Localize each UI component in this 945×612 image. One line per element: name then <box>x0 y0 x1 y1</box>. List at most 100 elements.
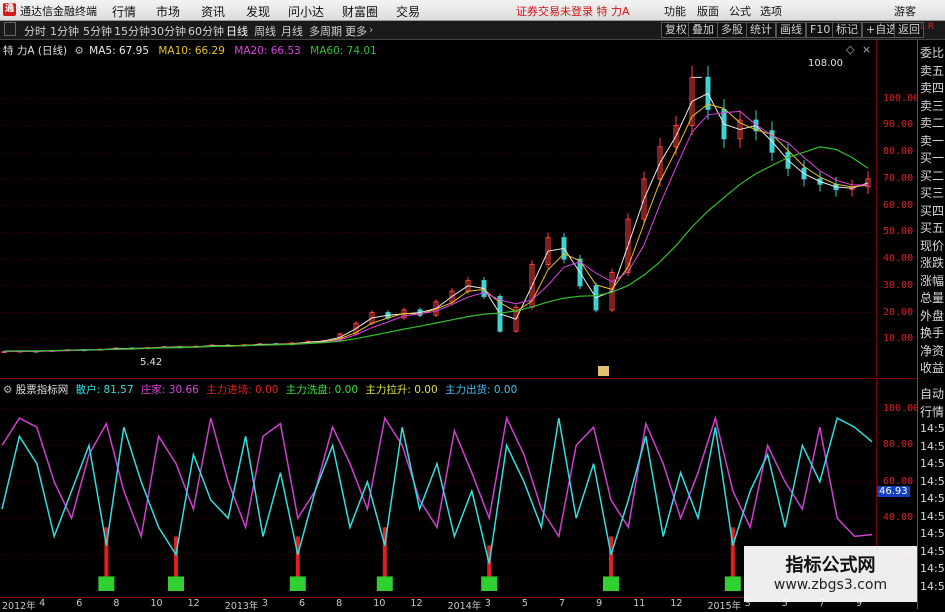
period-toolbar: 分时 1分钟 5分钟 15分钟 30分钟 60分钟 日线 周线 月线 多周期 更… <box>0 21 945 40</box>
legend-settings-icon[interactable]: ⚙ <box>74 45 83 57</box>
price-tick-label: 50.00 <box>883 226 914 238</box>
price-tick-label: 70.00 <box>883 172 914 184</box>
side-quote-item: 委比 <box>920 46 945 60</box>
period-intraday[interactable]: 分时 <box>24 23 46 39</box>
date-tick-label: 9 <box>596 598 603 609</box>
menu-bar: 通 通达信金融终端 行情 市场 资讯 发现 问小达 财富圈 交易 证券交易未登录… <box>0 0 945 21</box>
price-chart-svg <box>0 65 874 354</box>
indicator-name: 股票指标网 <box>15 384 69 396</box>
more-chevron-icon[interactable]: › <box>369 23 373 36</box>
indicator-tick-label: 100.00 <box>883 403 920 414</box>
period-15min[interactable]: 15分钟 <box>114 23 150 39</box>
side-time-item: 14:5 <box>920 527 945 540</box>
menu-function[interactable]: 功能 <box>664 3 686 19</box>
menu-layout[interactable]: 版面 <box>697 3 719 19</box>
side-tab: 行情 <box>920 405 945 419</box>
menu-news[interactable]: 资讯 <box>201 3 225 20</box>
btn-overlay[interactable]: 叠加 <box>688 22 718 38</box>
menu-trade[interactable]: 交易 <box>396 3 420 20</box>
side-quote-item: 净资 <box>920 343 945 358</box>
period-multi[interactable]: 多周期 <box>309 23 342 39</box>
menu-discover[interactable]: 发现 <box>246 3 270 20</box>
watermark-title: 指标公式网 <box>785 555 876 576</box>
retail-line <box>1 417 873 564</box>
price-tick-label: 40.00 <box>883 253 914 265</box>
period-1min[interactable]: 1分钟 <box>50 23 79 39</box>
period-60min[interactable]: 60分钟 <box>188 23 224 39</box>
ma5-label: MA5: 67.95 <box>89 45 150 57</box>
side-time-item: 14:5 <box>920 509 945 523</box>
date-tick-label: 3 <box>261 598 268 609</box>
side-quote-item: 卖二 <box>920 116 945 130</box>
price-tick-label: 30.00 <box>883 279 914 291</box>
side-time-item: 14:5 <box>920 457 945 470</box>
side-quote-item: 买三 <box>920 186 945 200</box>
price-tick-label: 10.00 <box>883 333 914 345</box>
date-tick-label: 3 <box>484 598 491 609</box>
retail-label: 散户: 81.57 <box>75 384 134 396</box>
side-time-item: 14:5 <box>920 562 945 575</box>
low-annotation: 5.42 <box>140 357 163 368</box>
indicator-legend: ⚙ 股票指标网 散户: 81.57 庄家: 30.66 主力进场: 0.00 主… <box>3 382 517 397</box>
wash-bar <box>481 576 498 591</box>
period-weekly[interactable]: 周线 <box>254 23 276 39</box>
main-legend: 特 力A (日线) ⚙ MA5: 67.95 MA10: 66.29 MA20:… <box>3 43 377 58</box>
side-quote-item: 卖四 <box>920 81 945 95</box>
price-tick-label: 20.00 <box>883 306 914 318</box>
user-guest[interactable]: 游客 <box>894 3 916 19</box>
price-tick-label: 100.00 <box>883 92 920 104</box>
date-tick-label: 10 <box>373 598 386 609</box>
wash-bar <box>603 576 619 591</box>
btn-mark[interactable]: 标记 <box>832 22 862 38</box>
menu-formula[interactable]: 公式 <box>729 3 751 19</box>
btn-adjust[interactable]: 复权 <box>661 22 691 38</box>
menu-wealth[interactable]: 财富圈 <box>342 3 378 20</box>
menu-market[interactable]: 市场 <box>156 3 180 20</box>
menu-options[interactable]: 选项 <box>760 3 782 19</box>
side-time-item: 14:5 <box>920 579 945 593</box>
side-quote-item: 买四 <box>920 203 945 218</box>
date-tick-label: 7 <box>558 598 565 609</box>
period-5min[interactable]: 5分钟 <box>83 23 112 39</box>
toolbar-back-icon[interactable] <box>4 22 16 36</box>
date-tick-label: 8 <box>113 598 120 609</box>
date-tick-label: 2014年 <box>447 601 482 612</box>
side-quote-item: 涨跌 <box>920 256 945 270</box>
side-quote-item: 换手 <box>920 326 945 340</box>
date-tick-label: 11 <box>633 598 646 609</box>
side-time-item: 14:5 <box>920 439 945 453</box>
event-marker-icon[interactable] <box>598 366 609 376</box>
pull-label: 主力拉升: 0.00 <box>365 384 438 396</box>
indicator-settings-icon[interactable]: ⚙ <box>3 384 12 396</box>
menu-ask[interactable]: 问小达 <box>288 3 324 20</box>
app-logo-icon: 通 <box>3 3 16 16</box>
ma60-label: MA60: 74.01 <box>310 45 377 57</box>
price-chart-panel[interactable]: 特 力A (日线) ⚙ MA5: 67.95 MA10: 66.29 MA20:… <box>0 40 920 377</box>
date-tick-label: 12 <box>670 598 683 609</box>
panel-close-icon[interactable]: × <box>862 43 871 56</box>
side-quote-item: 外盘 <box>920 308 945 323</box>
wash-bar <box>289 576 306 591</box>
btn-stats[interactable]: 统计 <box>746 22 776 38</box>
side-quote-item: 买五 <box>920 221 945 235</box>
period-daily[interactable]: 日线 <box>226 23 248 39</box>
watermark: 指标公式网 www.zbgs3.com <box>744 546 917 602</box>
ma60-line <box>3 146 869 352</box>
btn-draw[interactable]: 画线 <box>776 22 806 38</box>
side-quote-item: 卖一 <box>920 133 945 148</box>
period-monthly[interactable]: 月线 <box>281 23 303 39</box>
btn-f10[interactable]: F10 <box>806 22 835 38</box>
indicator-tick-label: 40.00 <box>883 512 914 524</box>
period-30min[interactable]: 30分钟 <box>150 23 186 39</box>
side-quote-item: 买一 <box>920 151 945 165</box>
side-corner-label[interactable]: L R <box>920 22 934 32</box>
date-tick-label: 6 <box>299 598 306 609</box>
side-quote-item: 总量 <box>920 291 945 305</box>
date-tick-label: 2013年 <box>224 601 259 612</box>
period-more[interactable]: 更多 <box>345 23 367 39</box>
panel-collapse-icon[interactable]: ◇ <box>846 43 854 56</box>
enter-label: 主力进场: 0.00 <box>206 384 279 396</box>
side-time-item: 14:5 <box>920 544 945 558</box>
menu-quotes[interactable]: 行情 <box>112 3 136 20</box>
btn-multi-stock[interactable]: 多股 <box>717 22 747 38</box>
